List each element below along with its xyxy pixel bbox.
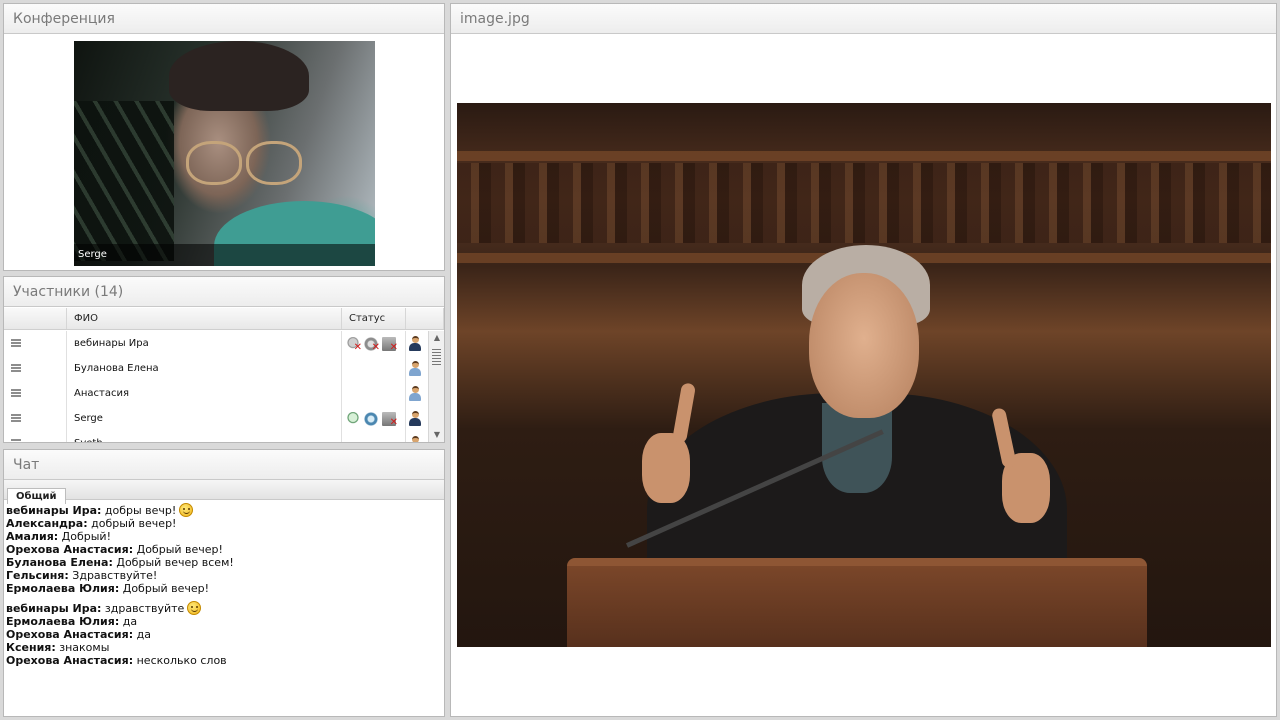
video-person-hair <box>169 41 309 111</box>
shared-image[interactable] <box>457 103 1271 647</box>
chat-message-user: Ермолаева Юлия: <box>6 582 120 595</box>
chat-message: Орехова Анастасия: да <box>6 628 442 641</box>
chat-message-text: здравствуйте <box>104 602 185 615</box>
participant-name: Sveth <box>67 431 342 442</box>
chat-message-user: вебинары Ира: <box>6 602 102 615</box>
user-avatar-icon <box>409 336 421 351</box>
table-row[interactable]: вебинары Ира ✕ ✕ ✕ <box>4 331 426 356</box>
chat-message-user: Орехова Анастасия: <box>6 543 134 556</box>
table-row[interactable]: Анастасия <box>4 381 426 406</box>
drag-handle-icon[interactable] <box>11 439 21 442</box>
image-viewer-title: image.jpg <box>451 4 1276 34</box>
chat-message: Орехова Анастасия: несколько слов <box>6 654 442 667</box>
table-row[interactable]: Serge ✕ <box>4 406 426 431</box>
chat-message-user: Ермолаева Юлия: <box>6 615 120 628</box>
chat-message-text: Добрый вечер всем! <box>116 556 234 569</box>
camera-icon[interactable]: ✕ <box>364 336 380 352</box>
microphone-icon[interactable] <box>346 411 360 426</box>
chat-message-text: несколько слов <box>136 654 227 667</box>
chat-message-user: Гельсиня: <box>6 569 69 582</box>
camera-icon[interactable] <box>364 411 378 426</box>
chat-message-text: Здравствуйте! <box>72 569 158 582</box>
chat-message-text: добры вечр! <box>104 504 177 517</box>
chat-message: вебинары Ира: добры вечр! <box>6 503 442 517</box>
chat-messages: вебинары Ира: добры вечр! Александра: доб… <box>4 500 444 670</box>
user-avatar-icon <box>409 361 421 376</box>
image-viewer-panel: image.jpg <box>450 3 1277 717</box>
screen-share-icon[interactable]: ✕ <box>382 411 398 427</box>
column-role[interactable] <box>406 308 444 329</box>
participants-panel: Участники (14) ФИО Статус вебинары Ира ✕… <box>3 276 445 443</box>
chat-message-text: да <box>122 615 138 628</box>
chat-message: Александра: добрый вечер! <box>6 517 442 530</box>
video-background-plant <box>74 101 174 261</box>
participant-name: Анастасия <box>67 381 342 406</box>
chat-message: Амалия: Добрый! <box>6 530 442 543</box>
chat-message-user: Орехова Анастасия: <box>6 628 134 641</box>
video-glasses-right <box>246 141 302 185</box>
webcam-video[interactable]: Serge <box>74 41 375 266</box>
participant-name: Буланова Елена <box>67 356 342 381</box>
chat-message-user: Ксения: <box>6 641 56 654</box>
participants-table: ФИО Статус вебинары Ира ✕ ✕ ✕ Буланова Е… <box>4 308 444 442</box>
microphone-icon[interactable]: ✕ <box>346 336 362 352</box>
user-avatar-icon <box>409 436 421 442</box>
scroll-down-icon[interactable]: ▼ <box>429 428 444 442</box>
chat-message-text: Добрый вечер! <box>136 543 223 556</box>
participants-rows: вебинары Ира ✕ ✕ ✕ Буланова Елена Анаста… <box>4 331 426 442</box>
participants-table-header: ФИО Статус <box>4 308 444 330</box>
photo-podium <box>567 558 1147 647</box>
chat-tabs: Общий <box>4 480 444 504</box>
chat-panel: Чат Общий вебинары Ира: добры вечр! Алекс… <box>3 449 445 717</box>
chat-message-user: Буланова Елена: <box>6 556 113 569</box>
smiley-icon <box>179 503 194 517</box>
participants-title: Участники (14) <box>4 277 444 307</box>
chat-message: Буланова Елена: Добрый вечер всем! <box>6 556 442 569</box>
drag-handle-icon[interactable] <box>11 414 21 422</box>
chat-message-user: Орехова Анастасия: <box>6 654 134 667</box>
chat-message: вебинары Ира: здравствуйте <box>6 601 442 615</box>
conference-title: Конференция <box>4 4 444 34</box>
chat-title: Чат <box>4 450 444 480</box>
video-glasses-left <box>186 141 242 185</box>
chat-message: Ксения: знакомы <box>6 641 442 654</box>
column-name[interactable]: ФИО <box>67 308 342 329</box>
chat-message-text: Добрый! <box>61 530 111 543</box>
photo-bookshelf <box>457 163 1271 243</box>
chat-message: Орехова Анастасия: Добрый вечер! <box>6 543 442 556</box>
video-user-label: Serge <box>74 244 375 266</box>
photo-shelf <box>457 151 1271 161</box>
tab-general[interactable]: Общий <box>7 488 66 504</box>
smiley-icon <box>187 601 202 615</box>
chat-message-user: вебинары Ира: <box>6 504 102 517</box>
conference-panel: Конференция Serge <box>3 3 445 271</box>
participant-name: вебинары Ира <box>67 331 342 356</box>
chat-message: Ермолаева Юлия: да <box>6 615 442 628</box>
drag-handle-icon[interactable] <box>11 339 21 347</box>
chat-message-user: Амалия: <box>6 530 59 543</box>
scroll-thumb[interactable] <box>432 349 441 365</box>
column-handle[interactable] <box>4 308 67 329</box>
scroll-up-icon[interactable]: ▲ <box>429 331 444 345</box>
photo-speaker-face <box>809 273 919 418</box>
chat-message-text: Добрый вечер! <box>122 582 210 595</box>
chat-message-user: Александра: <box>6 517 88 530</box>
user-avatar-icon <box>409 411 421 426</box>
chat-message: Гельсиня: Здравствуйте! <box>6 569 442 582</box>
table-row[interactable]: Sveth <box>4 431 426 442</box>
screen-share-icon[interactable]: ✕ <box>382 336 398 352</box>
column-status[interactable]: Статус <box>342 308 406 329</box>
chat-message: Ермолаева Юлия: Добрый вечер! <box>6 582 442 595</box>
participants-scrollbar[interactable]: ▲ ▼ <box>428 331 444 442</box>
user-avatar-icon <box>409 386 421 401</box>
chat-message-text: да <box>136 628 151 641</box>
chat-message-text: знакомы <box>59 641 110 654</box>
chat-message-text: добрый вечер! <box>91 517 177 530</box>
drag-handle-icon[interactable] <box>11 389 21 397</box>
drag-handle-icon[interactable] <box>11 364 21 372</box>
photo-left-hand <box>642 433 690 503</box>
participant-name: Serge <box>67 406 342 431</box>
table-row[interactable]: Буланова Елена <box>4 356 426 381</box>
